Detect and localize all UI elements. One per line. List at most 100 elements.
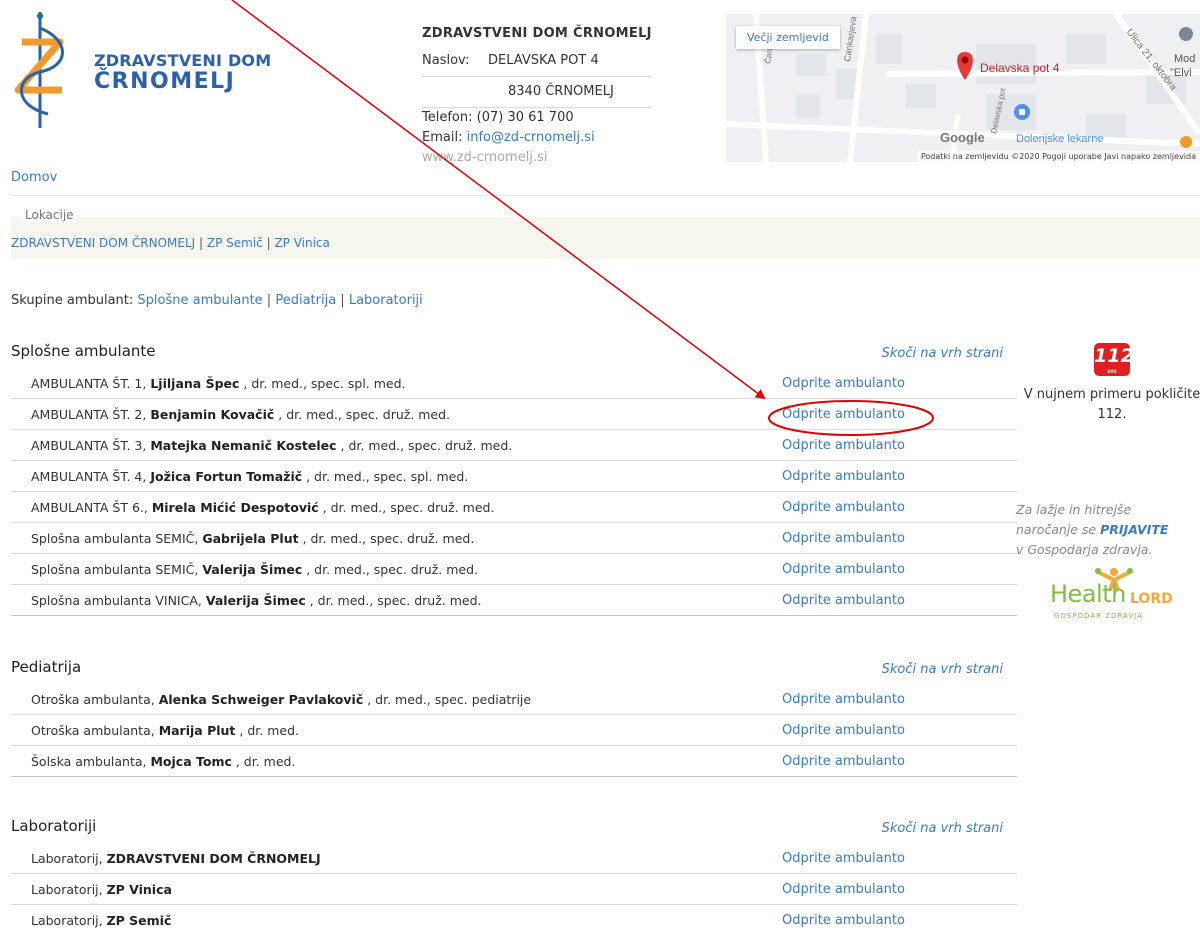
open-clinic-link[interactable]: Odprite ambulanto <box>782 531 905 546</box>
doctor-name: Jožica Fortun Tomažič <box>150 468 303 484</box>
email-link[interactable]: info@zd-crnomelj.si <box>467 130 595 145</box>
back-to-top-link[interactable]: Skoči na vrh strani <box>882 821 1003 836</box>
open-clinic-link[interactable]: Odprite ambulanto <box>782 692 905 707</box>
section-pediatrics: Pediatrija Skoči na vrh strani Otroška a… <box>11 656 1017 777</box>
table-row: Laboratorij, ZDRAVSTVENI DOM ČRNOMELJ Odp… <box>11 843 1017 874</box>
address-line1: DELAVSKA POT 4 <box>488 53 599 68</box>
clinic-type: Splošna ambulanta VINICA, <box>31 592 206 608</box>
table-row: Otroška ambulanta, Marija Plut , dr. med… <box>11 715 1017 746</box>
separator: | <box>195 236 207 250</box>
email-label: Email: <box>422 130 463 145</box>
healthlord-logo[interactable]: Health LORD GOSPODAR ZDRAVJA <box>1046 566 1196 626</box>
doctor-title: , dr. med., spec. druž. med. <box>298 530 475 546</box>
contact-info: ZDRAVSTVENI DOM ČRNOMELJ Naslov: DELAVSK… <box>422 24 652 168</box>
doctor-title: , dr. med., spec. druž. med. <box>318 499 495 515</box>
open-clinic-link[interactable]: Odprite ambulanto <box>782 882 905 897</box>
map-footer[interactable]: Podatki na zemljevidu ©2020 Pogoji upora… <box>916 151 1200 162</box>
embedded-map[interactable]: Delavska pot 4 Cankarjeva Ulica 21. okto… <box>726 14 1200 162</box>
open-clinic-link[interactable]: Odprite ambulanto <box>782 754 905 769</box>
emergency-icon-caption: SOS <box>1107 369 1117 374</box>
locations-links: ZDRAVSTVENI DOM ČRNOMELJ | ZP Semič | ZP… <box>11 236 330 250</box>
open-clinic-link[interactable]: Odprite ambulanto <box>782 469 905 484</box>
phone-row: Telefon: (07) 30 61 700 <box>422 108 652 128</box>
clinic-type: Splošna ambulanta SEMIČ, <box>31 530 203 546</box>
open-clinic-link[interactable]: Odprite ambulanto <box>782 562 905 577</box>
open-clinic-link[interactable]: Odprite ambulanto <box>782 438 905 453</box>
section-title: Laboratoriji <box>11 817 97 835</box>
caduceus-logo-icon <box>14 12 64 128</box>
table-row: AMBULANTA ŠT. 4, Jožica Fortun Tomažič ,… <box>11 461 1017 492</box>
register-link[interactable]: PRIJAVITE <box>1100 522 1168 537</box>
table-row: Laboratorij, ZP Semič Odprite ambulanto <box>11 905 1017 931</box>
breadcrumb-home[interactable]: Domov <box>11 170 57 185</box>
clinic-name: Splošna ambulanta SEMIČ, Valerija Šimec … <box>31 562 478 577</box>
open-clinic-link[interactable]: Odprite ambulanto <box>782 376 905 391</box>
doctor-title: , dr. med., spec. druž. med. <box>302 561 479 577</box>
doctor-name: Mojca Tomc <box>150 753 232 769</box>
back-to-top-link[interactable]: Skoči na vrh strani <box>882 346 1003 361</box>
section-labs: Laboratoriji Skoči na vrh strani Laborat… <box>11 815 1017 931</box>
address-row-2: 8340 ČRNOMELJ <box>422 77 652 108</box>
location-link-semic[interactable]: ZP Semič <box>207 236 263 250</box>
website-link[interactable]: www.zd-crnomelj.si <box>422 148 652 168</box>
poi-icon <box>1180 136 1192 148</box>
doctor-name: Ljiljana Špec <box>150 375 240 391</box>
clinic-name: AMBULANTA ŠT. 1, Ljiljana Špec , dr. med… <box>31 376 406 391</box>
table-row: AMBULANTA ŠT. 3, Matejka Nemanič Kostele… <box>11 430 1017 461</box>
table-row: Otroška ambulanta, Alenka Schweiger Pavl… <box>11 684 1017 715</box>
open-clinic-link[interactable]: Odprite ambulanto <box>782 723 905 738</box>
phone-value: (07) 30 61 700 <box>476 110 574 125</box>
clinic-name: AMBULANTA ŠT. 3, Matejka Nemanič Kostele… <box>31 438 512 453</box>
clinic-name: AMBULANTA ŠT. 4, Jožica Fortun Tomažič ,… <box>31 469 468 484</box>
table-row: Šolska ambulanta, Mojca Tomc , dr. med. O… <box>11 746 1017 777</box>
logo[interactable]: ZDRAVSTVENI DOM ČRNOMELJ <box>8 10 278 130</box>
clinic-name: Laboratorij, ZDRAVSTVENI DOM ČRNOMELJ <box>31 851 321 866</box>
open-clinic-link-highlighted[interactable]: Odprite ambulanto <box>782 407 905 422</box>
clinic-type: Splošna ambulanta SEMIČ, <box>31 561 203 577</box>
groups-label: Skupine ambulant: <box>11 293 134 308</box>
address-row: Naslov: DELAVSKA POT 4 <box>422 46 652 77</box>
separator: | <box>262 236 275 250</box>
doctor-name: Benjamin Kovačič <box>150 406 275 422</box>
open-clinic-link[interactable]: Odprite ambulanto <box>782 851 905 866</box>
promo-text: Za lažje in hitrejše naročanje se PRIJAV… <box>1016 500 1168 560</box>
clinic-type: Otroška ambulanta, <box>31 722 159 738</box>
group-link-general[interactable]: Splošne ambulante <box>137 293 262 308</box>
group-link-pediatrics[interactable]: Pediatrija <box>275 293 336 308</box>
map-label-pharmacy: Dolenjske lekarne <box>1016 133 1103 145</box>
logo-line2: ČRNOMELJ <box>94 69 236 94</box>
table-row: AMBULANTA ŠT 6., Mirela Mićić Despotović… <box>11 492 1017 523</box>
email-row: Email: info@zd-crnomelj.si <box>422 128 652 148</box>
emergency-number: 112 <box>1094 345 1134 367</box>
pharmacy-pin-icon <box>1014 104 1030 120</box>
table-row: Splošna ambulanta VINICA, Valerija Šimec… <box>11 585 1017 616</box>
doctor-name: Marija Plut <box>158 722 236 738</box>
clinic-type: Laboratorij, <box>31 850 107 866</box>
clinic-name: Laboratorij, ZP Vinica <box>31 882 172 897</box>
separator: | <box>262 293 276 308</box>
open-clinic-link[interactable]: Odprite ambulanto <box>782 913 905 928</box>
promo-line2: naročanje se PRIJAVITE <box>1016 520 1168 540</box>
emergency-text: V nujnem primeru pokličite 112. <box>1023 387 1200 422</box>
clinic-name: Otroška ambulanta, Marija Plut , dr. med… <box>31 723 299 738</box>
open-clinic-link[interactable]: Odprite ambulanto <box>782 500 905 515</box>
location-link-vinica[interactable]: ZP Vinica <box>274 236 329 250</box>
clinic-type: AMBULANTA ŠT. 2, <box>31 406 151 422</box>
back-to-top-link[interactable]: Skoči na vrh strani <box>882 662 1003 677</box>
doctor-title: , dr. med., spec. spl. med. <box>302 468 469 484</box>
promo-line1: Za lažje in hitrejše <box>1016 502 1132 517</box>
larger-map-button[interactable]: Večji zemljevid <box>736 26 840 49</box>
table-row: Splošna ambulanta SEMIČ, Valerija Šimec … <box>11 554 1017 585</box>
emergency-112-icon: 112 SOS <box>1094 343 1134 376</box>
clinic-groups: Skupine ambulant: Splošne ambulante | Pe… <box>11 293 423 308</box>
doctor-title: , dr. med. <box>235 722 299 738</box>
group-link-labs[interactable]: Laboratoriji <box>349 293 423 308</box>
section-title: Splošne ambulante <box>11 342 156 360</box>
open-clinic-link[interactable]: Odprite ambulanto <box>782 593 905 608</box>
lab-name: ZP Vinica <box>106 881 172 897</box>
clinic-name: Splošna ambulanta VINICA, Valerija Šimec… <box>31 593 482 608</box>
clinic-name: AMBULANTA ŠT. 2, Benjamin Kovačič , dr. … <box>31 407 450 422</box>
clinic-name: Laboratorij, ZP Semič <box>31 913 171 928</box>
doctor-title: , dr. med. <box>231 753 296 769</box>
location-link-crnomelj[interactable]: ZDRAVSTVENI DOM ČRNOMELJ <box>11 236 195 250</box>
